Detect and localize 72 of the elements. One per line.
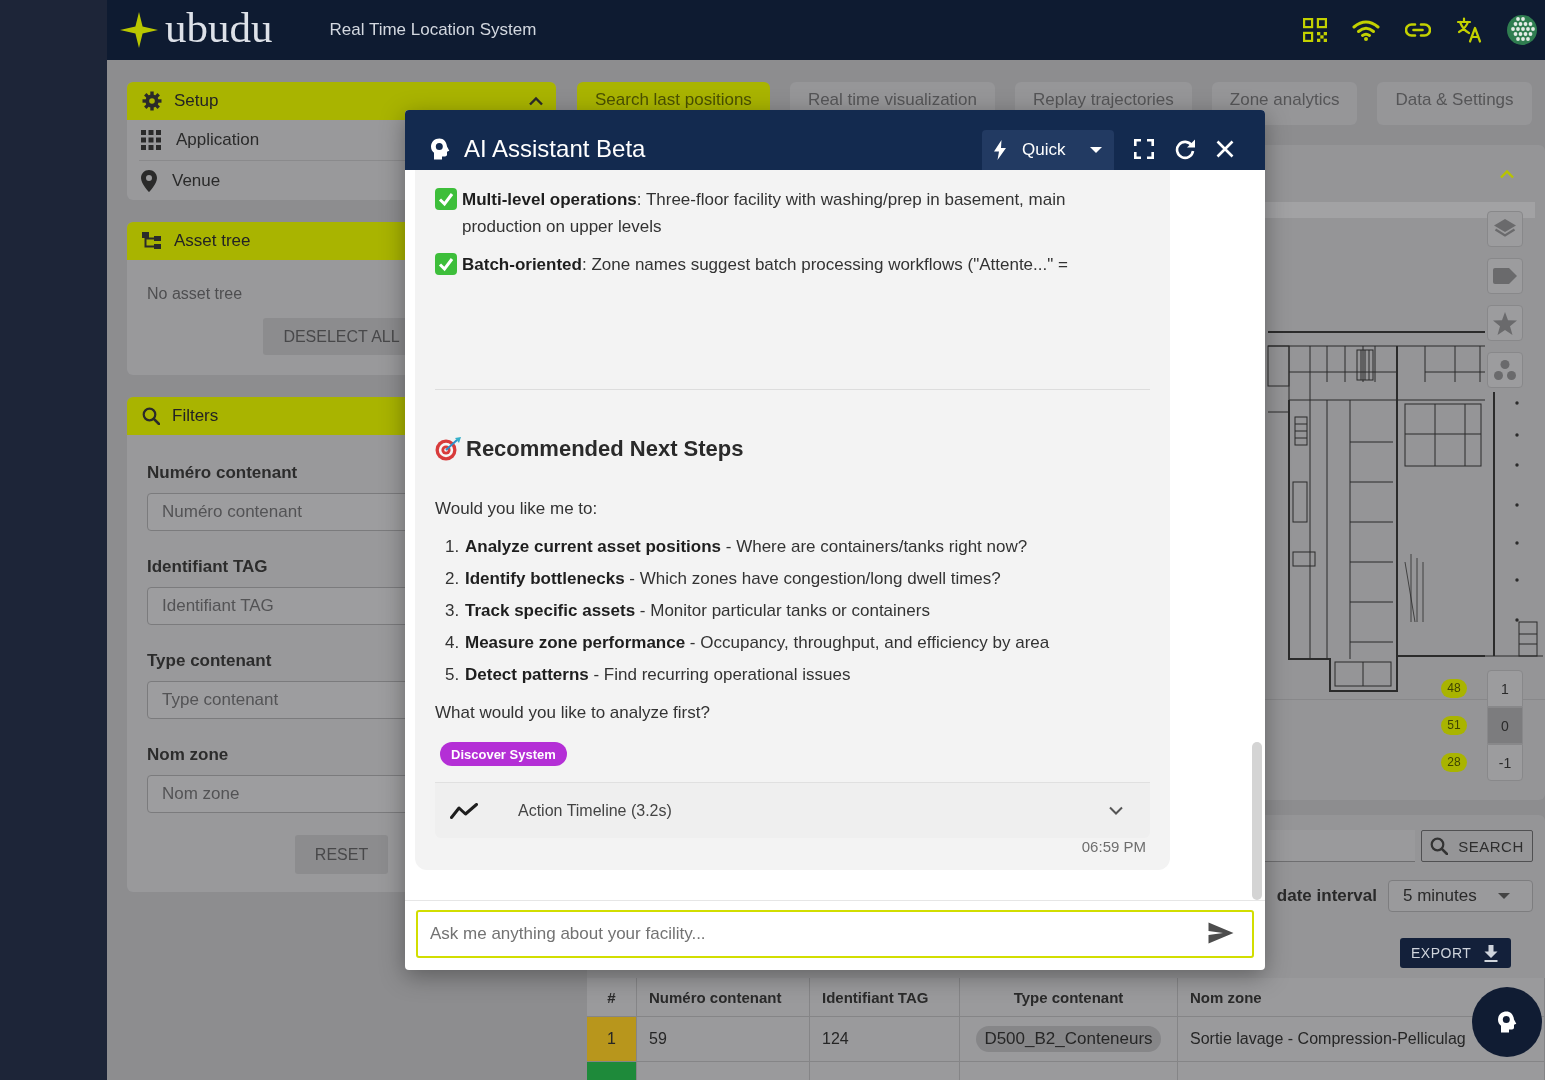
type-tag: D500_B2_Conteneurs [976, 1026, 1161, 1052]
dialog-title: AI Assistant Beta [464, 135, 646, 163]
bolt-icon [994, 140, 1006, 160]
action-timeline-row[interactable]: Action Timeline (3.2s) [435, 782, 1150, 838]
floor-button[interactable]: -1 [1487, 744, 1523, 781]
grid-icon [141, 130, 161, 150]
table-cell: 124 [810, 1017, 960, 1061]
floor-count-badge: 28 [1441, 753, 1467, 772]
close-icon[interactable] [1216, 140, 1234, 158]
mode-dropdown[interactable]: Quick [982, 130, 1114, 170]
search-icon [142, 407, 160, 425]
fullscreen-icon[interactable] [1134, 139, 1154, 159]
trend-line-icon [450, 802, 478, 819]
head-profile-icon [1497, 1011, 1517, 1033]
brand-name: ubudu [165, 5, 273, 49]
field-label: Type contenant [147, 651, 272, 671]
hierarchy-icon [142, 232, 162, 250]
caret-down-icon [1090, 147, 1102, 153]
link-icon[interactable] [1405, 23, 1431, 37]
gear-icon [142, 91, 162, 111]
cluster-dots-icon [1494, 360, 1516, 380]
floor-button[interactable]: 0 [1487, 707, 1523, 744]
star-icon [1493, 311, 1517, 335]
step-text: Identify bottlenecks - Which zones have congestion/long dwell times? [465, 568, 1001, 590]
field-label: Numéro contenant [147, 463, 298, 483]
step-number: 2. [445, 568, 461, 590]
globe-icon[interactable] [1507, 15, 1537, 45]
field-label: Nom zone [147, 745, 229, 765]
floor-count-badge: 48 [1441, 679, 1467, 698]
scrollbar-thumb[interactable] [1252, 742, 1262, 900]
table-cell: 59 [637, 1017, 810, 1061]
layers-icon [1493, 219, 1517, 239]
step-number: 1. [445, 536, 461, 558]
send-icon[interactable] [1208, 922, 1234, 944]
qr-code-icon[interactable] [1303, 18, 1327, 42]
refresh-icon[interactable] [1174, 138, 1196, 160]
section-heading: Recommended Next Steps [466, 435, 744, 463]
interval-select[interactable]: 5 minutes [1388, 880, 1533, 912]
empty-message: No asset tree [147, 284, 243, 304]
head-profile-icon [430, 138, 450, 160]
target-icon [435, 437, 461, 461]
wifi-icon[interactable] [1352, 19, 1380, 41]
step-number: 3. [445, 600, 461, 622]
column-header: Identifiant TAG [810, 978, 960, 1016]
checkmark-icon [435, 188, 457, 210]
column-header: Numéro contenant [637, 978, 810, 1016]
floor-count-badge: 51 [1441, 716, 1467, 735]
download-icon [1484, 944, 1498, 962]
column-header: # [587, 978, 637, 1016]
step-number: 4. [445, 632, 461, 654]
step-text: Analyze current asset positions - Where are containers/tanks right now? [465, 536, 1028, 558]
floor-button[interactable]: 1 [1487, 670, 1523, 707]
caret-down-icon [1498, 893, 1510, 899]
chat-input[interactable]: Ask me anything about your facility... [416, 910, 1254, 958]
row-number-cell: 1 [587, 1017, 637, 1061]
location-pin-icon [141, 169, 157, 192]
field-label: Identifiant TAG [147, 557, 268, 577]
message-time: 06:59 PM [1081, 838, 1146, 856]
tag-icon [1493, 268, 1517, 284]
export-button[interactable]: EXPORT [1400, 938, 1511, 968]
search-icon [1430, 837, 1449, 855]
checkmark-icon [435, 253, 457, 275]
translate-icon[interactable] [1456, 17, 1482, 43]
field-label: date interval [1276, 886, 1377, 906]
column-header: Type contenant [960, 978, 1178, 1016]
star-logo-icon [120, 12, 158, 48]
suggestion-chip[interactable]: Discover System [440, 742, 567, 766]
step-text: Measure zone performance - Occupancy, throughput, and efficiency by area [465, 632, 1050, 654]
app-subtitle: Real Time Location System [329, 20, 537, 40]
setup-header[interactable]: Setup [127, 82, 556, 120]
star-button[interactable] [1487, 305, 1523, 341]
search-button[interactable]: SEARCH [1421, 830, 1533, 862]
